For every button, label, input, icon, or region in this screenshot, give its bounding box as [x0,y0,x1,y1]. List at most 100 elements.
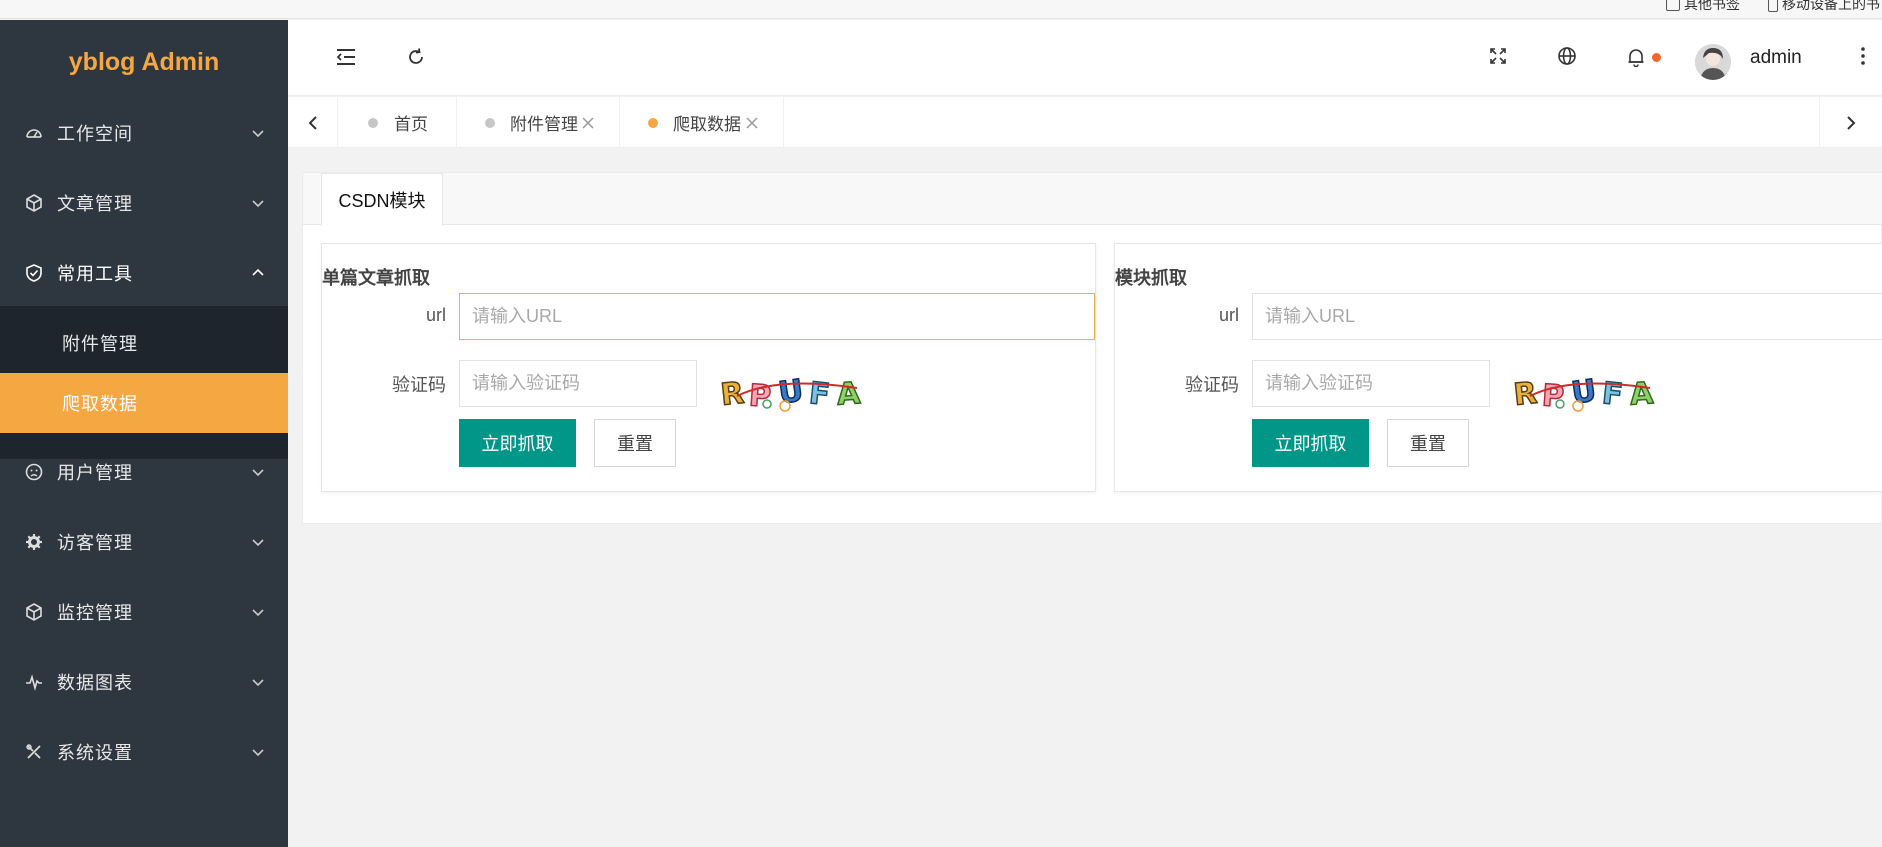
url-input[interactable] [459,293,1095,340]
captcha-input[interactable] [459,360,697,407]
sidebar-item-visitors[interactable]: 访客管理 [0,507,288,577]
sidebar-item-label: 工作空间 [57,124,133,144]
sidebar-item-crawl-data[interactable]: 爬取数据 [0,373,288,433]
bookmark-other[interactable]: 其他书签 [1666,0,1740,14]
svg-text:P: P [748,378,772,414]
sidebar-item-label: 监控管理 [57,603,133,623]
svg-text:A: A [836,376,862,413]
sidebar-item-label: 文章管理 [57,194,133,214]
phone-icon [1768,0,1778,12]
sidebar-item-label: 系统设置 [57,743,133,763]
cube-icon [24,602,44,622]
captcha-image[interactable]: R P U F A [717,366,877,416]
close-icon[interactable] [745,116,759,130]
browser-bookmark-bar: 其他书签 移动设备上的书 [0,0,1882,19]
tab-scroll-left-button[interactable] [288,97,338,148]
fullscreen-icon[interactable] [1486,44,1510,68]
notification-dot [1652,53,1661,62]
captcha-input[interactable] [1252,360,1490,407]
chevron-down-icon [252,469,264,477]
sidebar-item-charts[interactable]: 数据图表 [0,647,288,717]
tab-crawl-data[interactable]: 爬取数据 [620,97,784,148]
chevron-up-icon [252,268,264,276]
bookmark-other-label: 其他书签 [1684,0,1740,12]
collapse-menu-icon[interactable] [334,45,358,69]
sidebar-item-users[interactable]: 用户管理 [0,437,288,507]
svg-text:U: U [776,373,805,411]
tab-scroll-right-button[interactable] [1819,97,1882,148]
tab-attachments[interactable]: 附件管理 [457,97,620,148]
crawl-now-button[interactable]: 立即抓取 [459,419,576,467]
captcha-label: 验证码 [1185,375,1239,395]
tab-dot [368,117,378,128]
globe-icon[interactable] [1555,44,1579,68]
svg-text:A: A [1629,376,1655,413]
dashboard-icon [24,123,44,143]
panel-title: 模块抓取 [1115,268,1187,288]
pulse-icon [24,672,44,692]
chevron-right-icon [1847,115,1856,130]
face-icon [24,462,44,482]
sidebar-item-label: 用户管理 [57,463,133,483]
close-icon[interactable] [581,116,595,130]
tab-dot [648,117,658,128]
sidebar-item-label: 爬取数据 [62,394,138,414]
chevron-down-icon [252,539,264,547]
sidebar-item-label: 数据图表 [57,673,133,693]
tools-icon [24,742,44,762]
sidebar-item-attachments[interactable]: 附件管理 [0,313,288,373]
chevron-down-icon [252,749,264,757]
sidebar-item-workspace[interactable]: 工作空间 [0,98,288,168]
sidebar-item-monitoring[interactable]: 监控管理 [0,577,288,647]
chevron-down-icon [252,130,264,138]
tab-dot [485,117,495,128]
username[interactable]: admin [1750,47,1802,69]
svg-text:P: P [1541,378,1565,414]
sidebar-item-label: 访客管理 [57,533,133,553]
main-card: CSDN模块 单篇文章抓取 url 验证码 R P U F A 立即抓取 重置 … [302,172,1882,524]
svg-text:F: F [1600,376,1624,413]
captcha-image[interactable]: R P U F A [1510,366,1670,416]
reset-button[interactable]: 重置 [1387,419,1469,467]
bookmark-mobile[interactable]: 移动设备上的书 [1768,0,1880,14]
svg-text:F: F [807,376,831,413]
more-vertical-icon[interactable] [1851,44,1875,68]
sidebar-item-tools[interactable]: 常用工具 [0,238,288,308]
tab-home[interactable]: 首页 [338,97,457,148]
single-article-panel: 单篇文章抓取 url 验证码 R P U F A 立即抓取 重置 [321,243,1096,492]
url-label: url [1218,305,1239,325]
reset-button[interactable]: 重置 [594,419,676,467]
refresh-icon[interactable] [404,45,428,69]
svg-text:U: U [1569,373,1598,411]
chevron-left-icon [308,115,317,130]
url-label: url [425,305,446,325]
sidebar: yblog Admin 工作空间 文章管理 常用工具 附件管理 爬取数据 用户管… [0,20,288,847]
crawl-now-button[interactable]: 立即抓取 [1252,419,1369,467]
tab-label: 附件管理 [510,115,578,134]
avatar[interactable] [1695,44,1731,80]
tab-bar: 首页 附件管理 爬取数据 [288,97,1882,148]
app-logo: yblog Admin [68,48,220,76]
chevron-down-icon [252,609,264,617]
chevron-down-icon [252,200,264,208]
sidebar-item-articles[interactable]: 文章管理 [0,168,288,238]
card-tab-header: CSDN模块 [303,173,1882,226]
tab-csdn-module[interactable]: CSDN模块 [321,173,443,226]
gear-icon [24,532,44,552]
tab-label: 爬取数据 [673,115,741,134]
top-header: admin [288,20,1882,96]
tab-label: 首页 [394,115,428,134]
sidebar-item-label: 附件管理 [62,334,138,354]
sidebar-item-settings[interactable]: 系统设置 [0,717,288,787]
bookmark-mobile-label: 移动设备上的书 [1782,0,1880,12]
notification-bell-icon[interactable] [1624,45,1648,69]
shield-check-icon [24,263,44,283]
captcha-label: 验证码 [392,375,446,395]
folder-icon [1666,0,1680,11]
chevron-down-icon [252,679,264,687]
url-input[interactable] [1252,293,1882,340]
sidebar-item-label: 常用工具 [57,264,133,284]
module-crawl-panel: 模块抓取 url 验证码 R P U F A 立即抓取 重置 [1114,243,1882,492]
cube-icon [24,193,44,213]
panel-title: 单篇文章抓取 [322,268,430,288]
